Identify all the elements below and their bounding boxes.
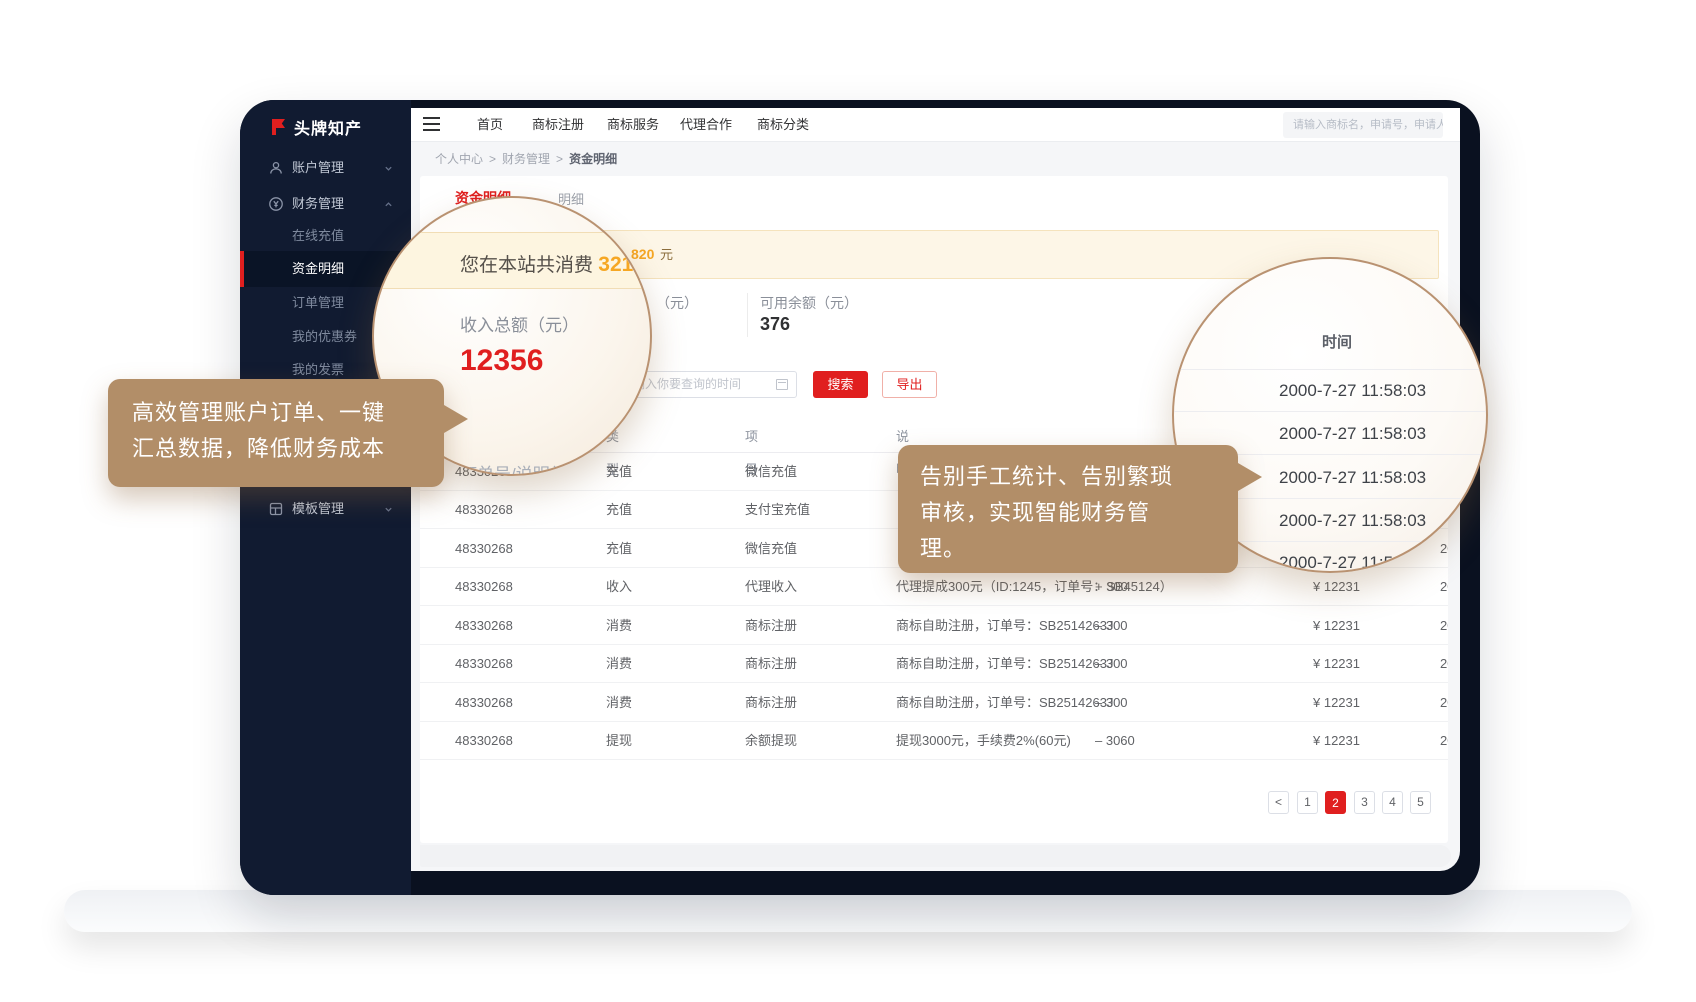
brand-flag-icon — [269, 117, 289, 137]
sidebar-item-label: 账户管理 — [292, 151, 344, 185]
pagination-page-4[interactable]: 4 — [1382, 791, 1403, 814]
chevron-down-icon — [384, 164, 393, 173]
pagination: < 1 2 3 4 5 — [420, 791, 1448, 815]
callout-left: 高效管理账户订单、一键 汇总数据，降低财务成本 — [108, 379, 444, 487]
magnified-time-value-clipped: 2000-7-27 11:58:03 — [1279, 553, 1426, 573]
sidebar-item-template[interactable]: 模板管理 — [240, 492, 411, 526]
magnified-time-header: 时间 — [1322, 331, 1352, 352]
table-row: 48330268提现余额提现提现3000元，手续费2%(60元)– 3060¥ … — [420, 722, 1448, 760]
template-icon — [268, 501, 284, 517]
table-row: 48330268消费商标注册商标自助注册，订单号：SB2514263J– 300… — [420, 645, 1448, 683]
marketing-canvas: 头牌知产 账户管理 财务管理 在线充值 资金明细 — [0, 0, 1696, 1002]
active-indicator-bar — [240, 251, 244, 287]
export-button[interactable]: 导出 — [882, 371, 937, 398]
magnified-banner: 您在本站共消费 32124 元 — [374, 232, 652, 289]
nav-item-agent-coop[interactable]: 代理合作 — [680, 108, 732, 142]
user-icon — [268, 160, 284, 176]
callout-tail — [1238, 463, 1262, 491]
pagination-page-3[interactable]: 3 — [1354, 791, 1375, 814]
magnified-income-label: 收入总额（元） — [460, 311, 579, 336]
stat-divider — [747, 293, 748, 337]
magnified-time-value: 2000-7-27 11:58:03 — [1279, 468, 1426, 488]
search-button[interactable]: 搜索 — [813, 371, 868, 398]
magnified-time-value: 2000-7-27 11:58:03 — [1279, 511, 1426, 531]
sidebar-item-label: 模板管理 — [292, 492, 344, 526]
sort-caret-icon: ∨ — [749, 420, 756, 453]
sidebar-item-account[interactable]: 账户管理 — [240, 151, 411, 185]
stat-balance-label: 可用余额（元） — [760, 293, 858, 313]
sidebar: 头牌知产 账户管理 财务管理 在线充值 资金明细 — [240, 100, 411, 895]
sidebar-item-label: 财务管理 — [292, 187, 344, 221]
pagination-page-5[interactable]: 5 — [1410, 791, 1431, 814]
sidebar-item-finance[interactable]: 财务管理 — [240, 187, 411, 221]
pagination-page-1[interactable]: 1 — [1297, 791, 1318, 814]
laptop-base — [64, 890, 1632, 932]
nav-item-trademark-register[interactable]: 商标注册 — [532, 108, 584, 142]
callout-right: 告别手工统计、告别繁琐 审核，实现智能财务管 理。 — [898, 445, 1238, 573]
pagination-prev-button[interactable]: < — [1268, 791, 1289, 814]
nav-item-trademark-service[interactable]: 商标服务 — [607, 108, 659, 142]
nav-item-trademark-category[interactable]: 商标分类 — [757, 108, 809, 142]
magnified-banner-amount: 32124 — [598, 253, 652, 276]
brand-logo: 头牌知产 — [269, 114, 362, 140]
row-separator — [1174, 411, 1488, 412]
pagination-page-2[interactable]: 2 — [1325, 791, 1346, 814]
finance-icon — [268, 196, 284, 212]
stat-balance-value: 376 — [760, 314, 790, 335]
table-row: 48330268收入代理收入代理提成300元（ID:1245，订单号：SB451… — [420, 568, 1448, 606]
banner-unit: 元 — [660, 231, 673, 278]
chevron-up-icon — [384, 200, 393, 209]
nav-item-home[interactable]: 首页 — [477, 108, 503, 142]
search-input[interactable]: 请输入商标名，申请号，申请人 — [1283, 112, 1443, 138]
breadcrumb: 个人中心>财务管理>资金明细 — [435, 142, 617, 176]
magnified-time-value: 2000-7-27 11:58:03 — [1279, 381, 1426, 401]
topbar: 首页 商标注册 商标服务 代理合作 商标分类 请输入商标名，申请号，申请人 — [411, 108, 1460, 142]
magnified-banner-prefix: 您在本站共消费 — [460, 255, 598, 276]
footer-strip — [420, 845, 1451, 867]
chevron-down-icon — [384, 505, 393, 514]
stat-expense-label: （元） — [656, 293, 698, 313]
table-row: 48330268消费商标注册商标自助注册，订单号：SB2514263J– 300… — [420, 607, 1448, 645]
magnified-table-header: 订单号/说明关键 — [460, 460, 584, 476]
row-separator — [1174, 369, 1488, 370]
magnified-income-value: 12356 — [460, 344, 543, 378]
calendar-icon — [776, 379, 788, 390]
table-row: 48330268消费商标注册商标自助注册，订单号：SB2514263J– 300… — [420, 684, 1448, 722]
menu-icon[interactable] — [423, 117, 440, 132]
brand-name: 头牌知产 — [294, 115, 362, 139]
callout-tail — [444, 405, 468, 433]
magnified-time-value: 2000-7-27 11:58:03 — [1279, 424, 1426, 444]
